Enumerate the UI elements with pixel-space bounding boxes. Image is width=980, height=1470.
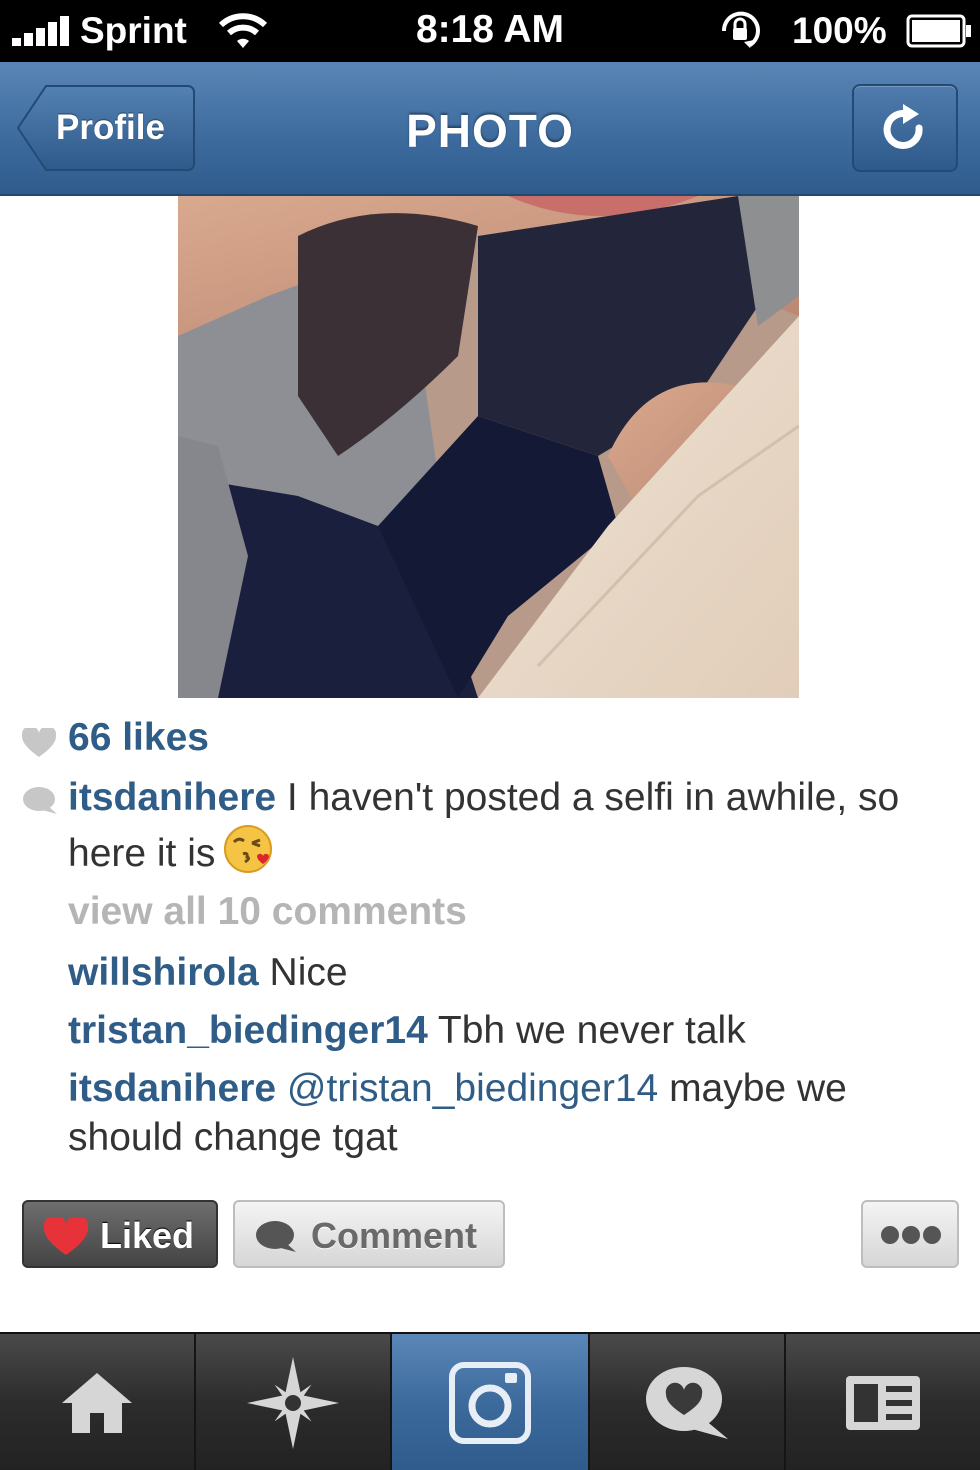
tab-explore[interactable]	[196, 1334, 392, 1470]
comment-username[interactable]: willshirola	[68, 951, 259, 994]
tab-home[interactable]	[0, 1334, 196, 1470]
comment-item: tristan_biedinger14 Tbh we never talk	[68, 1006, 948, 1055]
tab-camera[interactable]	[392, 1334, 590, 1470]
post-photo[interactable]	[178, 196, 799, 698]
comment-username[interactable]: tristan_biedinger14	[68, 1009, 428, 1052]
heart-filled-icon	[44, 1218, 88, 1255]
tab-profile[interactable]	[786, 1334, 980, 1470]
comment-button[interactable]: Comment	[233, 1200, 505, 1268]
home-icon	[62, 1373, 132, 1433]
more-dots-icon	[881, 1226, 941, 1244]
selfie-photo-image	[178, 196, 799, 698]
page-title: PHOTO	[406, 105, 574, 157]
comment-item: willshirola Nice	[68, 948, 948, 997]
comment-mention[interactable]: @tristan_biedinger14	[276, 1067, 658, 1110]
rotation-lock-icon	[721, 11, 760, 48]
liked-button-label: Liked	[100, 1215, 195, 1256]
likes-count[interactable]: 66 likes	[68, 716, 209, 760]
camera-icon	[449, 1362, 531, 1444]
comment-button-label: Comment	[311, 1215, 478, 1256]
comment-text: Tbh we never talk	[427, 1009, 746, 1052]
comment-text: Nice	[258, 951, 348, 994]
comment-item: itsdanihere @tristan_biedinger14 maybe w…	[68, 1064, 948, 1162]
profile-card-icon	[846, 1376, 920, 1430]
comment-bubble-icon	[256, 1221, 296, 1252]
post-caption: itsdanihere I haven't posted a selfi in …	[68, 772, 958, 880]
more-options-button[interactable]	[861, 1200, 959, 1268]
kissing-face-emoji	[224, 825, 273, 873]
speech-bubble-icon	[23, 787, 57, 814]
explore-star-icon	[247, 1357, 339, 1449]
caption-username[interactable]: itsdanihere	[68, 776, 276, 819]
activity-heart-bubble-icon	[646, 1367, 728, 1439]
heart-icon	[22, 728, 56, 757]
battery-percent: 100%	[792, 10, 887, 51]
liked-button[interactable]: Liked	[22, 1200, 218, 1268]
tab-activity[interactable]	[590, 1334, 786, 1470]
battery-full-icon	[906, 14, 971, 48]
tab-bar	[0, 1332, 980, 1470]
status-bar: Sprint 8:18 AM 100%	[0, 0, 980, 62]
view-all-comments-link[interactable]: view all 10 comments	[68, 890, 467, 934]
comment-username[interactable]: itsdanihere	[68, 1067, 276, 1110]
